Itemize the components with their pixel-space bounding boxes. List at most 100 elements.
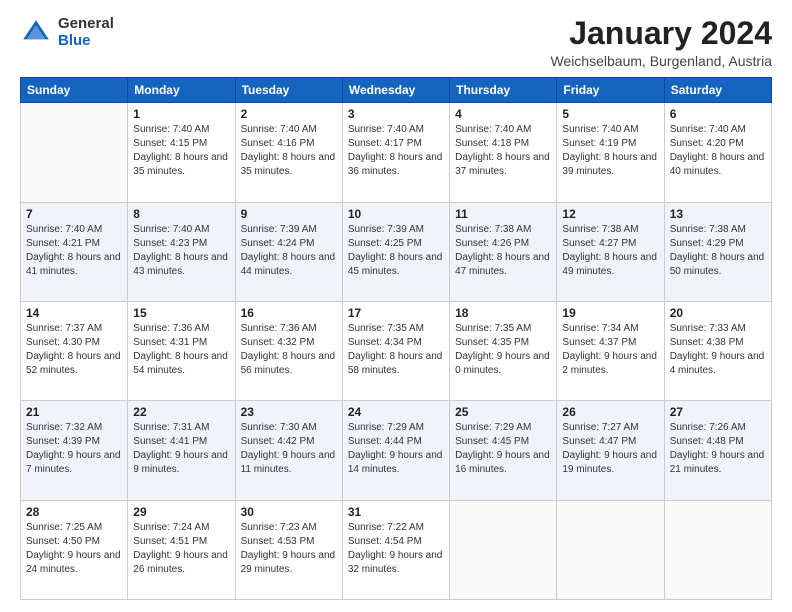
day-info: Sunrise: 7:34 AM Sunset: 4:37 PM Dayligh…	[562, 322, 658, 378]
calendar-cell: 23 Sunrise: 7:30 AM Sunset: 4:42 PM Dayl…	[235, 401, 342, 500]
sunrise: Sunrise: 7:33 AM	[670, 323, 746, 334]
page: General Blue January 2024 Weichselbaum, …	[0, 0, 792, 612]
day-number: 11	[455, 207, 551, 221]
logo: General Blue	[20, 16, 114, 49]
calendar-cell: 30 Sunrise: 7:23 AM Sunset: 4:53 PM Dayl…	[235, 500, 342, 599]
sunrise: Sunrise: 7:40 AM	[133, 224, 209, 235]
calendar-cell	[664, 500, 771, 599]
header-tuesday: Tuesday	[235, 78, 342, 103]
sunrise: Sunrise: 7:40 AM	[455, 124, 531, 135]
calendar-cell	[450, 500, 557, 599]
sunset: Sunset: 4:31 PM	[133, 337, 207, 348]
calendar-cell: 8 Sunrise: 7:40 AM Sunset: 4:23 PM Dayli…	[128, 202, 235, 301]
logo-blue: Blue	[58, 33, 114, 50]
logo-icon	[20, 17, 52, 49]
sunrise: Sunrise: 7:35 AM	[348, 323, 424, 334]
day-info: Sunrise: 7:22 AM Sunset: 4:54 PM Dayligh…	[348, 521, 444, 577]
sunrise: Sunrise: 7:40 AM	[133, 124, 209, 135]
day-number: 24	[348, 405, 444, 419]
day-number: 13	[670, 207, 766, 221]
day-info: Sunrise: 7:35 AM Sunset: 4:35 PM Dayligh…	[455, 322, 551, 378]
sunrise: Sunrise: 7:39 AM	[241, 224, 317, 235]
daylight: Daylight: 9 hours and 2 minutes.	[562, 351, 657, 376]
calendar-cell: 3 Sunrise: 7:40 AM Sunset: 4:17 PM Dayli…	[342, 103, 449, 202]
week-row-3: 21 Sunrise: 7:32 AM Sunset: 4:39 PM Dayl…	[21, 401, 772, 500]
title-block: January 2024 Weichselbaum, Burgenland, A…	[550, 16, 772, 69]
daylight: Daylight: 8 hours and 41 minutes.	[26, 252, 121, 277]
sunset: Sunset: 4:34 PM	[348, 337, 422, 348]
calendar-cell: 2 Sunrise: 7:40 AM Sunset: 4:16 PM Dayli…	[235, 103, 342, 202]
day-info: Sunrise: 7:27 AM Sunset: 4:47 PM Dayligh…	[562, 421, 658, 477]
sunset: Sunset: 4:32 PM	[241, 337, 315, 348]
day-number: 17	[348, 306, 444, 320]
day-number: 19	[562, 306, 658, 320]
day-info: Sunrise: 7:23 AM Sunset: 4:53 PM Dayligh…	[241, 521, 337, 577]
sunset: Sunset: 4:50 PM	[26, 536, 100, 547]
day-info: Sunrise: 7:32 AM Sunset: 4:39 PM Dayligh…	[26, 421, 122, 477]
daylight: Daylight: 8 hours and 47 minutes.	[455, 252, 550, 277]
sunset: Sunset: 4:23 PM	[133, 238, 207, 249]
sunrise: Sunrise: 7:40 AM	[670, 124, 746, 135]
calendar-cell: 15 Sunrise: 7:36 AM Sunset: 4:31 PM Dayl…	[128, 301, 235, 400]
day-info: Sunrise: 7:40 AM Sunset: 4:19 PM Dayligh…	[562, 123, 658, 179]
sunrise: Sunrise: 7:35 AM	[455, 323, 531, 334]
day-info: Sunrise: 7:40 AM Sunset: 4:21 PM Dayligh…	[26, 223, 122, 279]
calendar-cell: 5 Sunrise: 7:40 AM Sunset: 4:19 PM Dayli…	[557, 103, 664, 202]
day-number: 10	[348, 207, 444, 221]
sunset: Sunset: 4:37 PM	[562, 337, 636, 348]
calendar-cell	[21, 103, 128, 202]
day-number: 20	[670, 306, 766, 320]
day-number: 21	[26, 405, 122, 419]
calendar-cell: 11 Sunrise: 7:38 AM Sunset: 4:26 PM Dayl…	[450, 202, 557, 301]
day-info: Sunrise: 7:38 AM Sunset: 4:27 PM Dayligh…	[562, 223, 658, 279]
day-number: 3	[348, 107, 444, 121]
calendar-cell: 4 Sunrise: 7:40 AM Sunset: 4:18 PM Dayli…	[450, 103, 557, 202]
sunset: Sunset: 4:30 PM	[26, 337, 100, 348]
day-info: Sunrise: 7:40 AM Sunset: 4:18 PM Dayligh…	[455, 123, 551, 179]
day-number: 27	[670, 405, 766, 419]
calendar-cell: 20 Sunrise: 7:33 AM Sunset: 4:38 PM Dayl…	[664, 301, 771, 400]
day-info: Sunrise: 7:37 AM Sunset: 4:30 PM Dayligh…	[26, 322, 122, 378]
header: General Blue January 2024 Weichselbaum, …	[20, 16, 772, 69]
day-info: Sunrise: 7:26 AM Sunset: 4:48 PM Dayligh…	[670, 421, 766, 477]
day-number: 29	[133, 505, 229, 519]
sunrise: Sunrise: 7:38 AM	[670, 224, 746, 235]
sunrise: Sunrise: 7:29 AM	[348, 422, 424, 433]
header-thursday: Thursday	[450, 78, 557, 103]
day-number: 22	[133, 405, 229, 419]
sunrise: Sunrise: 7:24 AM	[133, 522, 209, 533]
daylight: Daylight: 8 hours and 40 minutes.	[670, 152, 765, 177]
day-info: Sunrise: 7:39 AM Sunset: 4:25 PM Dayligh…	[348, 223, 444, 279]
daylight: Daylight: 8 hours and 35 minutes.	[133, 152, 228, 177]
daylight: Daylight: 8 hours and 45 minutes.	[348, 252, 443, 277]
logo-text: General Blue	[58, 16, 114, 49]
daylight: Daylight: 9 hours and 7 minutes.	[26, 450, 121, 475]
calendar-cell: 14 Sunrise: 7:37 AM Sunset: 4:30 PM Dayl…	[21, 301, 128, 400]
calendar-cell: 1 Sunrise: 7:40 AM Sunset: 4:15 PM Dayli…	[128, 103, 235, 202]
day-info: Sunrise: 7:40 AM Sunset: 4:16 PM Dayligh…	[241, 123, 337, 179]
day-info: Sunrise: 7:39 AM Sunset: 4:24 PM Dayligh…	[241, 223, 337, 279]
header-saturday: Saturday	[664, 78, 771, 103]
daylight: Daylight: 9 hours and 11 minutes.	[241, 450, 336, 475]
daylight: Daylight: 8 hours and 49 minutes.	[562, 252, 657, 277]
day-number: 8	[133, 207, 229, 221]
sunrise: Sunrise: 7:40 AM	[241, 124, 317, 135]
daylight: Daylight: 9 hours and 21 minutes.	[670, 450, 765, 475]
daylight: Daylight: 8 hours and 50 minutes.	[670, 252, 765, 277]
calendar-cell: 26 Sunrise: 7:27 AM Sunset: 4:47 PM Dayl…	[557, 401, 664, 500]
day-number: 1	[133, 107, 229, 121]
week-row-2: 14 Sunrise: 7:37 AM Sunset: 4:30 PM Dayl…	[21, 301, 772, 400]
daylight: Daylight: 9 hours and 19 minutes.	[562, 450, 657, 475]
day-number: 7	[26, 207, 122, 221]
day-number: 2	[241, 107, 337, 121]
daylight: Daylight: 9 hours and 9 minutes.	[133, 450, 228, 475]
sunset: Sunset: 4:20 PM	[670, 138, 744, 149]
daylight: Daylight: 8 hours and 44 minutes.	[241, 252, 336, 277]
day-number: 14	[26, 306, 122, 320]
week-row-1: 7 Sunrise: 7:40 AM Sunset: 4:21 PM Dayli…	[21, 202, 772, 301]
daylight: Daylight: 8 hours and 54 minutes.	[133, 351, 228, 376]
sunrise: Sunrise: 7:27 AM	[562, 422, 638, 433]
sunset: Sunset: 4:41 PM	[133, 436, 207, 447]
sunset: Sunset: 4:54 PM	[348, 536, 422, 547]
calendar-cell: 10 Sunrise: 7:39 AM Sunset: 4:25 PM Dayl…	[342, 202, 449, 301]
